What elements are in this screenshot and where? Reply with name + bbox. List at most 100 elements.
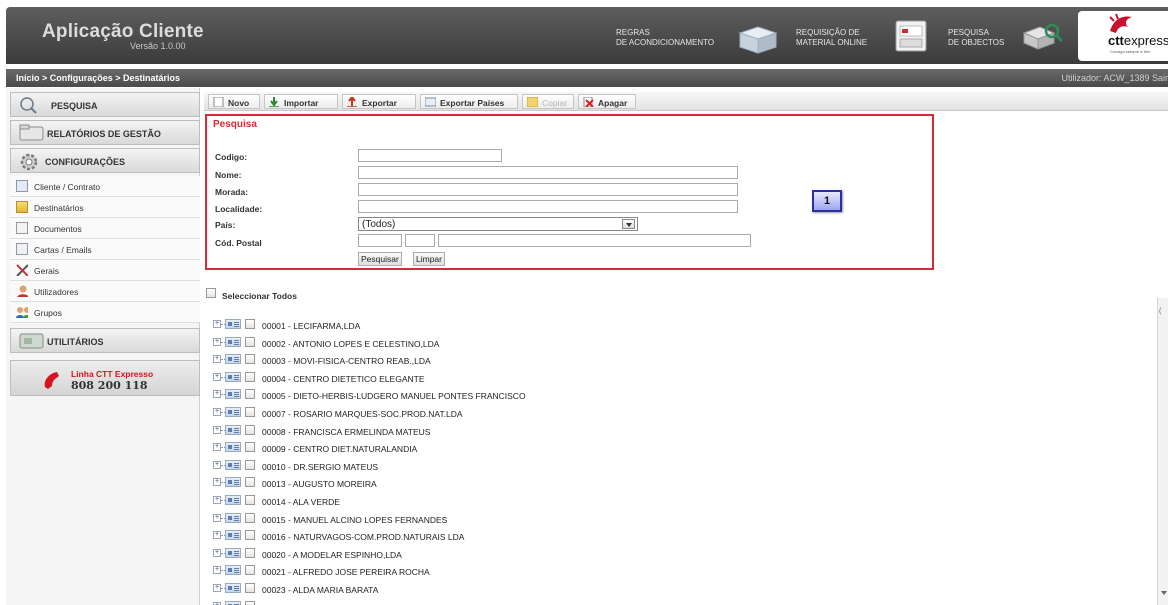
row-checkbox[interactable] [245,530,255,541]
row-checkbox[interactable] [245,547,255,558]
search-button[interactable]: Pesquisar [358,252,402,266]
expand-icon[interactable]: + [213,425,221,434]
new-button[interactable]: Novo [208,94,260,109]
export-button[interactable]: Exportar [342,94,416,109]
list-item[interactable]: +00013 - AUGUSTO MOREIRA [213,476,1113,494]
list-item[interactable]: +00014 - ALA VERDE [213,494,1113,512]
list-item[interactable]: +00016 - NATURVAGOS-COM.PROD.NATURAIS LD… [213,529,1113,547]
row-checkbox[interactable] [245,494,255,505]
expand-icon[interactable]: + [213,460,221,469]
row-checkbox[interactable] [245,354,255,365]
row-checkbox[interactable] [245,371,255,382]
import-button[interactable]: Importar [264,94,338,109]
row-checkbox[interactable] [245,406,255,417]
row-checkbox[interactable] [245,565,255,576]
row-checkbox[interactable] [245,319,255,329]
select-all[interactable]: Seleccionar Todos [206,287,297,301]
list-item[interactable]: +00025 - AMANHECER - C.ALIM.NAT.LDA [213,600,1113,605]
app-window: Aplicação Cliente Versão 1.0.00 REGRAS D… [0,0,1168,605]
sidebar-section-utilitarios[interactable]: UTILITÁRIOS [10,328,200,353]
expand-icon[interactable]: + [213,443,221,452]
row-checkbox[interactable] [245,582,255,593]
sidebar-item-cliente-contrato[interactable]: Cliente / Contrato [10,176,200,197]
packaging-rules-link[interactable]: REGRAS DE ACONDICIONAMENTO [616,28,714,48]
list-item[interactable]: +00015 - MANUEL ALCINO LOPES FERNANDES [213,512,1113,530]
row-checkbox[interactable] [245,512,255,523]
expand-icon[interactable]: + [213,513,221,522]
printer-icon[interactable] [892,19,932,55]
expand-icon[interactable]: + [213,495,221,504]
list-item[interactable]: +00005 - DIETO-HERBIS-LUDGERO MANUEL PON… [213,388,1113,406]
select-all-checkbox[interactable] [206,287,216,298]
export-countries-button[interactable]: Exportar Países [420,94,518,109]
sidebar-item-cartas-emails[interactable]: Cartas / Emails [10,239,200,260]
codpostal-locality-input[interactable] [438,234,751,247]
expand-icon[interactable]: + [213,566,221,575]
list-item[interactable]: +00009 - CENTRO DIET.NATURALANDIA [213,441,1113,459]
list-item[interactable]: +00008 - FRANCISCA ERMELINDA MATEUS [213,424,1113,442]
delete-button[interactable]: Apagar [578,94,636,109]
codpostal-label: Cód. Postal [215,238,262,248]
codpostal-input-1[interactable] [358,234,402,247]
scroll-down-icon[interactable] [1161,591,1167,595]
expand-icon[interactable]: + [213,390,221,399]
nome-input[interactable] [358,166,738,179]
row-checkbox[interactable] [245,600,255,605]
sidebar-item-destinatarios[interactable]: Destinatários [10,197,200,218]
morada-input[interactable] [358,183,738,196]
localidade-input[interactable] [358,200,738,213]
search-objects-icon[interactable] [1020,21,1066,53]
expand-icon[interactable]: + [213,355,221,364]
list-item[interactable]: +00001 - LECIFARMA,LDA [213,318,1113,336]
chevron-down-icon[interactable] [622,219,635,229]
row-checkbox[interactable] [245,424,255,435]
list-item[interactable]: +00002 - ANTONIO LOPES E CELESTINO,LDA [213,336,1113,354]
package-icon[interactable] [736,23,780,55]
sidebar-item-gerais[interactable]: Gerais [10,260,200,281]
expand-icon[interactable]: + [213,548,221,557]
expand-icon[interactable]: + [213,583,221,592]
expand-icon[interactable]: + [213,407,221,416]
row-checkbox[interactable] [245,389,255,400]
row-checkbox[interactable] [245,336,255,347]
codigo-input[interactable] [358,149,502,162]
sidebar-item-label: Destinatários [34,203,84,213]
list-item[interactable]: +00021 - ALFREDO JOSE PEREIRA ROCHA [213,564,1113,582]
list-item[interactable]: +00010 - DR.SERGIO MATEUS [213,459,1113,477]
copy-icon [527,97,538,107]
expand-icon[interactable]: + [213,337,221,346]
sidebar-item-grupos[interactable]: Grupos [10,302,200,323]
list-item[interactable]: +00003 - MOVI-FISICA-CENTRO REAB.,LDA [213,353,1113,371]
codpostal-input-2[interactable] [405,234,435,247]
group-icon [16,307,28,318]
list-item[interactable]: +00023 - ALDA MARIA BARATA [213,582,1113,600]
app-title: Aplicação Cliente [42,21,204,42]
expand-icon[interactable]: + [213,531,221,540]
list-item[interactable]: +00004 - CENTRO DIETETICO ELEGANTE [213,371,1113,389]
vertical-scrollbar[interactable]: ( [1157,298,1168,605]
material-request-link[interactable]: REQUISIÇÃO DE MATERIAL ONLINE [796,28,867,48]
sidebar-item-documentos[interactable]: Documentos [10,218,200,239]
pais-select-value: (Todos) [362,219,396,230]
list-item[interactable]: +00020 - A MODELAR ESPINHO,LDA [213,547,1113,565]
row-checkbox[interactable] [245,459,255,470]
recipient-name: 00023 - ALDA MARIA BARATA [262,584,379,595]
clear-button[interactable]: Limpar [413,252,445,266]
sidebar-section-configuracoes[interactable]: CONFIGURAÇÕES [10,148,200,173]
pais-select[interactable]: (Todos) [358,217,638,231]
sidebar-item-utilizadores[interactable]: Utilizadores [10,281,200,302]
breadcrumb[interactable]: Início > Configurações > Destinatários [16,73,180,83]
object-search-link[interactable]: PESQUISA DE OBJECTOS [948,28,1004,48]
expand-icon[interactable]: + [213,478,221,487]
copy-button[interactable]: Copiar [522,94,574,109]
user-info[interactable]: Utilizador: ACW_1389 Sair [1061,73,1168,83]
expand-icon[interactable]: + [213,601,221,605]
list-item[interactable]: +00007 - ROSARIO MARQUES-SOC.PROD.NAT.LD… [213,406,1113,424]
sidebar-section-pesquisa[interactable]: PESQUISA [10,92,200,117]
row-checkbox[interactable] [245,442,255,453]
recipient-card-icon [225,582,241,593]
expand-icon[interactable]: + [213,320,221,328]
sidebar-section-relatorios[interactable]: RELATÓRIOS DE GESTÃO [10,120,200,145]
row-checkbox[interactable] [245,477,255,488]
expand-icon[interactable]: + [213,372,221,381]
